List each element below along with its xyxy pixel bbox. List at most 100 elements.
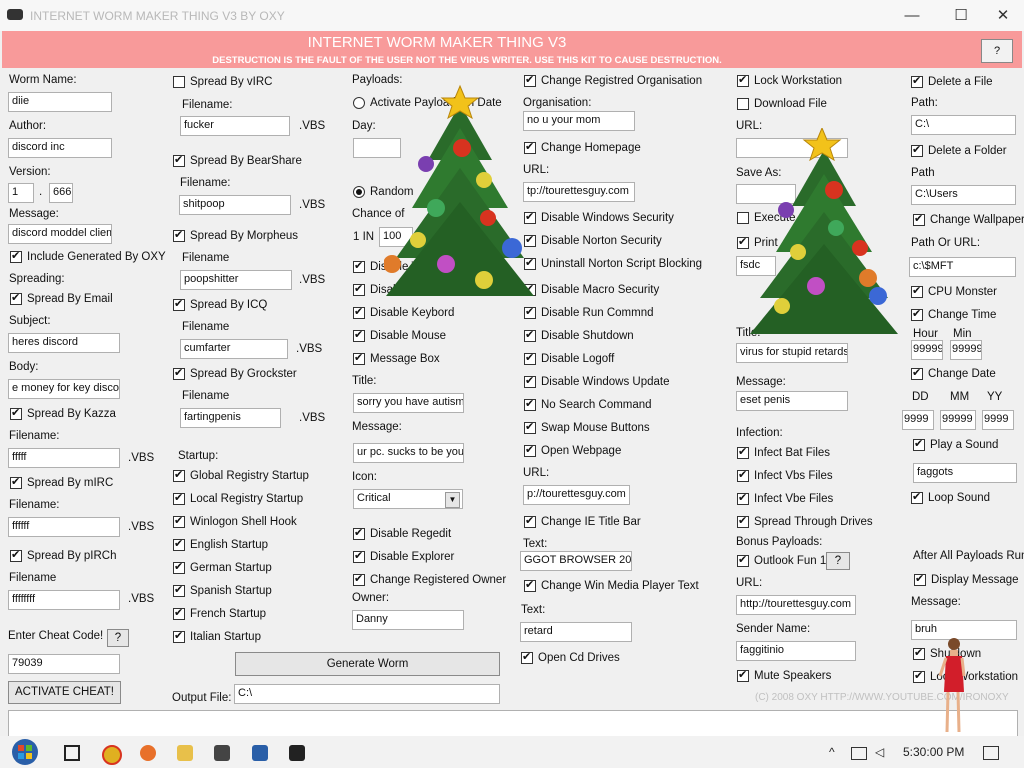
startup-english[interactable]: English Startup — [173, 537, 268, 554]
startup-local-registry[interactable]: Local Registry Startup — [173, 491, 303, 508]
task-view-icon[interactable] — [64, 745, 80, 761]
title-input[interactable]: virus for stupid retards — [736, 343, 848, 363]
disable-windows-update-checkbox[interactable]: Disable Windows Update — [524, 374, 669, 391]
maximize-button[interactable]: ☐ — [938, 0, 984, 31]
morpheus-filename-input[interactable]: poopshitter — [180, 270, 292, 290]
cheat-help-button[interactable]: ? — [107, 629, 129, 647]
app-taskbar-icon[interactable] — [252, 745, 268, 761]
cheat-code-input[interactable]: 79039 — [8, 654, 120, 674]
volume-icon[interactable]: ◁ — [875, 745, 884, 759]
cpu-monster-checkbox[interactable]: CPU Monster — [911, 284, 997, 301]
activate-cheat-button[interactable]: ACTIVATE CHEAT! — [8, 681, 121, 704]
delete-folder-checkbox[interactable]: Delete a Folder — [911, 143, 1007, 160]
body-input[interactable]: e money for key discord — [8, 379, 120, 399]
disable-run-command-checkbox[interactable]: Disable Run Commnd — [524, 305, 654, 322]
spread-bearshare-checkbox[interactable]: Spread By BearShare — [173, 153, 302, 170]
startup-spanish[interactable]: Spanish Startup — [173, 583, 272, 600]
sound-input[interactable]: faggots — [913, 463, 1017, 483]
help-button[interactable]: ? — [981, 39, 1013, 63]
webpage-url-input[interactable]: p://tourettesguy.com — [523, 485, 630, 505]
output-file-input[interactable]: C:\ — [234, 684, 500, 704]
version-major-input[interactable]: 1 — [8, 183, 34, 203]
start-button-icon[interactable] — [10, 738, 40, 766]
change-ie-title-checkbox[interactable]: Change IE Title Bar — [524, 514, 641, 531]
disable-logoff-checkbox[interactable]: Disable Logoff — [524, 351, 614, 368]
network-icon[interactable] — [851, 747, 867, 760]
infect-bat-checkbox[interactable]: Infect Bat Files — [737, 445, 830, 462]
message-input[interactable]: ur pc. sucks to be you — [353, 443, 464, 463]
min-input[interactable]: 99999 — [950, 340, 982, 360]
change-owner-checkbox[interactable]: Change Registered Owner — [353, 572, 506, 589]
message-box-checkbox[interactable]: Message Box — [353, 351, 440, 368]
swap-mouse-buttons-checkbox[interactable]: Swap Mouse Buttons — [524, 420, 650, 437]
firefox-icon[interactable] — [140, 745, 156, 761]
change-wallpaper-checkbox[interactable]: Change Wallpaper — [913, 212, 1024, 229]
clock-time[interactable]: 5:30:00 PM — [903, 745, 964, 759]
worm-maker-app-icon[interactable] — [214, 745, 230, 761]
uninstall-norton-script-checkbox[interactable]: Uninstall Norton Script Blocking — [524, 256, 702, 273]
file-explorer-icon[interactable] — [177, 745, 193, 761]
subject-input[interactable]: heres discord — [8, 333, 120, 353]
dd-input[interactable]: 9999 — [902, 410, 934, 430]
bearshare-filename-input[interactable]: shitpoop — [179, 195, 291, 215]
disable-macro-security-checkbox[interactable]: Disable Macro Security — [524, 282, 659, 299]
icq-filename-input[interactable]: cumfarter — [180, 339, 288, 359]
mm-input[interactable]: 99999 — [940, 410, 976, 430]
delete-file-checkbox[interactable]: Delete a File — [911, 74, 993, 91]
outlook-help-button[interactable]: ? — [826, 552, 850, 570]
spread-mirc-checkbox[interactable]: Spread By mIRC — [10, 475, 113, 492]
owner-input[interactable]: Danny — [352, 610, 464, 630]
change-time-checkbox[interactable]: Change Time — [911, 307, 996, 324]
disable-norton-security-checkbox[interactable]: Disable Norton Security — [524, 233, 662, 250]
display-message-checkbox[interactable]: Display Message — [914, 572, 1019, 589]
startup-german[interactable]: German Startup — [173, 560, 272, 577]
pirch-filename-input[interactable]: ffffffff — [8, 590, 120, 610]
loop-sound-checkbox[interactable]: Loop Sound — [911, 490, 990, 507]
spread-grockster-checkbox[interactable]: Spread By Grockster — [173, 366, 297, 383]
mute-speakers-checkbox[interactable]: Mute Speakers — [737, 668, 831, 685]
no-search-command-checkbox[interactable]: No Search Command — [524, 397, 652, 414]
wallpaper-path-input[interactable]: c:\$MFT — [909, 257, 1016, 277]
delete-file-path-input[interactable]: C:\ — [911, 115, 1016, 135]
include-generated-checkbox[interactable]: Include Generated By OXY — [10, 249, 166, 266]
startup-winlogon-shell[interactable]: Winlogon Shell Hook — [173, 514, 297, 531]
mirc-filename-input[interactable]: ffffff — [8, 517, 120, 537]
org-input[interactable]: no u your mom — [523, 111, 635, 131]
hour-input[interactable]: 99999 — [911, 340, 943, 360]
lock-workstation-checkbox[interactable]: Lock Workstation — [737, 73, 842, 90]
disable-mouse-checkbox[interactable]: Disable Mouse — [353, 328, 446, 345]
message-input[interactable]: eset penis — [736, 391, 848, 411]
disable-explorer-checkbox[interactable]: Disable Explorer — [353, 549, 454, 566]
outlook-url-input[interactable]: http://tourettesguy.com — [736, 595, 856, 615]
yy-input[interactable]: 9999 — [982, 410, 1014, 430]
change-org-checkbox[interactable]: Change Registred Organisation — [524, 73, 702, 90]
spread-email-checkbox[interactable]: Spread By Email — [10, 291, 113, 308]
minimize-button[interactable]: — — [889, 0, 935, 31]
spread-icq-checkbox[interactable]: Spread By ICQ — [173, 297, 267, 314]
disable-regedit-checkbox[interactable]: Disable Regedit — [353, 526, 451, 543]
chevron-up-icon[interactable]: ^ — [829, 745, 835, 759]
virc-filename-input[interactable]: fucker — [180, 116, 290, 136]
chevron-down-icon[interactable]: ▼ — [445, 492, 460, 508]
notification-icon[interactable] — [983, 746, 999, 760]
change-homepage-checkbox[interactable]: Change Homepage — [524, 140, 641, 157]
startup-global-registry[interactable]: Global Registry Startup — [173, 468, 309, 485]
homepage-url-input[interactable]: tp://tourettesguy.com — [523, 182, 635, 202]
ie-text-input[interactable]: GGOT BROWSER 2000 — [520, 551, 632, 571]
7zip-icon[interactable] — [289, 745, 305, 761]
delete-folder-path-input[interactable]: C:\Users — [911, 185, 1016, 205]
kazza-filename-input[interactable]: fffff — [8, 448, 120, 468]
message-input[interactable]: discord moddel cliemt — [8, 224, 112, 244]
disable-shutdown-checkbox[interactable]: Disable Shutdown — [524, 328, 634, 345]
download-file-checkbox[interactable]: Download File — [737, 97, 827, 113]
icon-select[interactable]: Critical ▼ — [353, 489, 463, 509]
disable-keyboard-checkbox[interactable]: Disable Keybord — [353, 305, 454, 322]
infect-vbs-checkbox[interactable]: Infect Vbs Files — [737, 468, 833, 485]
open-webpage-checkbox[interactable]: Open Webpage — [524, 443, 621, 460]
spread-drives-checkbox[interactable]: Spread Through Drives — [737, 514, 873, 531]
change-date-checkbox[interactable]: Change Date — [911, 366, 996, 383]
spread-kazza-checkbox[interactable]: Spread By Kazza — [10, 406, 116, 423]
spread-pirch-checkbox[interactable]: Spread By pIRCh — [10, 548, 117, 565]
chrome-icon[interactable] — [102, 745, 122, 765]
title-input[interactable]: sorry you have autism — [353, 393, 464, 413]
